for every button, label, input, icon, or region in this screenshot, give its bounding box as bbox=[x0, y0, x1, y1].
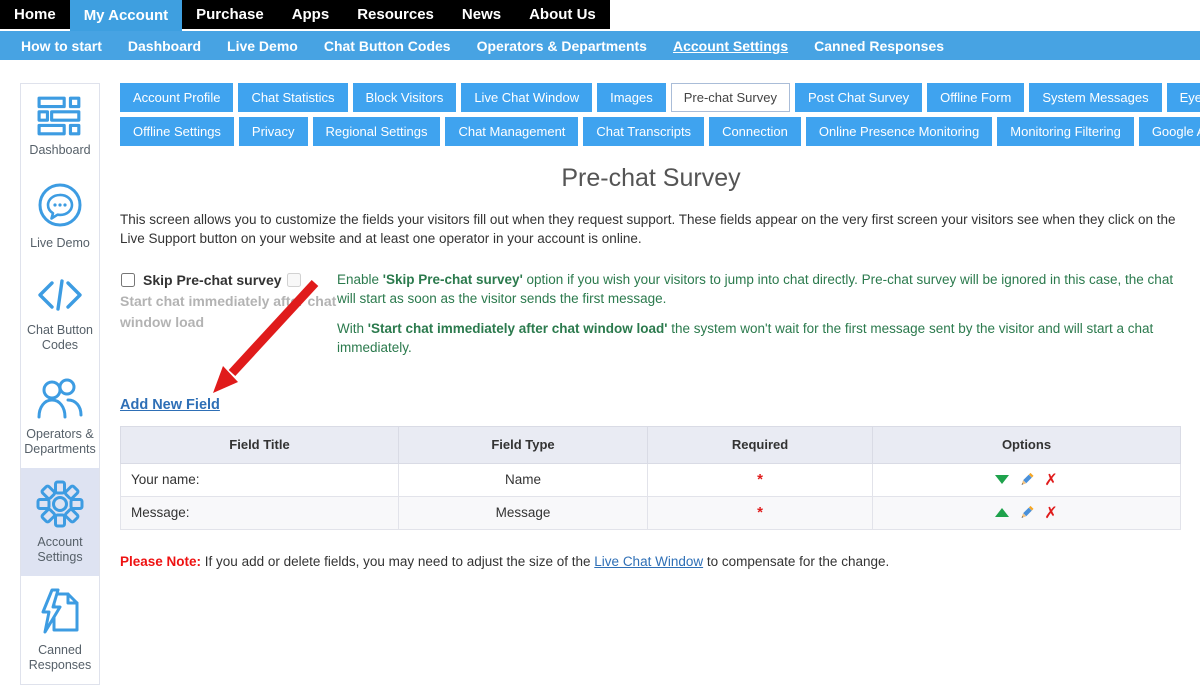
gear-icon bbox=[36, 480, 84, 528]
tab-images[interactable]: Images bbox=[597, 83, 666, 112]
tab-chat-management[interactable]: Chat Management bbox=[445, 117, 578, 146]
lightning-document-icon bbox=[36, 588, 84, 636]
nav-item-home[interactable]: Home bbox=[0, 0, 70, 29]
main-content: Account Profile Chat Statistics Block Vi… bbox=[120, 60, 1182, 582]
start-chat-help-text: With 'Start chat immediately after chat … bbox=[337, 319, 1182, 357]
start-chat-label: Start chat immediately after chat window… bbox=[120, 293, 336, 330]
required-asterisk: * bbox=[757, 471, 763, 488]
start-chat-checkbox[interactable] bbox=[287, 273, 301, 287]
sidebar-item-label: Operators & Departments bbox=[24, 427, 96, 457]
skip-prechat-label: Skip Pre-chat survey bbox=[143, 272, 282, 288]
nav-item-resources[interactable]: Resources bbox=[343, 0, 448, 29]
table-header-row: Field Title Field Type Required Options bbox=[121, 426, 1181, 463]
subnav-item-account-settings[interactable]: Account Settings bbox=[660, 38, 801, 54]
live-demo-icon bbox=[36, 181, 84, 229]
nav-item-apps[interactable]: Apps bbox=[278, 0, 344, 29]
subnav-item-dashboard[interactable]: Dashboard bbox=[115, 38, 214, 54]
primary-nav: Home My Account Purchase Apps Resources … bbox=[0, 0, 610, 29]
survey-checkboxes: Skip Pre-chat survey Start chat immediat… bbox=[120, 270, 337, 368]
nav-item-news[interactable]: News bbox=[448, 0, 515, 29]
operators-icon bbox=[36, 376, 84, 420]
tab-chat-transcripts[interactable]: Chat Transcripts bbox=[583, 117, 704, 146]
survey-options-help: Enable 'Skip Pre-chat survey' option if … bbox=[337, 270, 1182, 368]
tab-privacy[interactable]: Privacy bbox=[239, 117, 308, 146]
page-title: Pre-chat Survey bbox=[120, 164, 1182, 193]
tab-post-chat-survey[interactable]: Post Chat Survey bbox=[795, 83, 922, 112]
tab-offline-settings[interactable]: Offline Settings bbox=[120, 117, 234, 146]
please-note: Please Note: If you add or delete fields… bbox=[120, 554, 1182, 569]
table-row: Message: Message * bbox=[121, 496, 1181, 529]
sidebar-item-canned-responses[interactable]: Canned Responses bbox=[21, 576, 99, 684]
subnav-item-how-to-start[interactable]: How to start bbox=[8, 38, 115, 54]
edit-icon[interactable] bbox=[1019, 505, 1034, 520]
tab-regional-settings[interactable]: Regional Settings bbox=[313, 117, 441, 146]
sidebar: Dashboard Live Demo Chat Button Codes bbox=[20, 83, 100, 685]
delete-icon[interactable]: ✗ bbox=[1044, 472, 1057, 488]
sidebar-item-label: Dashboard bbox=[29, 143, 90, 158]
tab-system-messages[interactable]: System Messages bbox=[1029, 83, 1161, 112]
sidebar-item-label: Live Demo bbox=[30, 236, 90, 251]
tab-connection[interactable]: Connection bbox=[709, 117, 801, 146]
nav-item-about-us[interactable]: About Us bbox=[515, 0, 610, 29]
tab-account-profile[interactable]: Account Profile bbox=[120, 83, 233, 112]
col-field-title: Field Title bbox=[121, 426, 399, 463]
nav-item-purchase[interactable]: Purchase bbox=[182, 0, 278, 29]
subnav-item-live-demo[interactable]: Live Demo bbox=[214, 38, 311, 54]
move-up-icon[interactable] bbox=[995, 508, 1009, 517]
subnav-item-chat-button-codes[interactable]: Chat Button Codes bbox=[311, 38, 464, 54]
tab-monitoring-filtering[interactable]: Monitoring Filtering bbox=[997, 117, 1134, 146]
tab-offline-form[interactable]: Offline Form bbox=[927, 83, 1024, 112]
tab-chat-statistics[interactable]: Chat Statistics bbox=[238, 83, 347, 112]
top-bar: Home My Account Purchase Apps Resources … bbox=[0, 0, 1200, 31]
subnav-item-operators-departments[interactable]: Operators & Departments bbox=[464, 38, 660, 54]
code-icon bbox=[36, 274, 84, 316]
live-chat-window-link[interactable]: Live Chat Window bbox=[594, 554, 703, 569]
tab-live-chat-window[interactable]: Live Chat Window bbox=[461, 83, 592, 112]
sidebar-item-dashboard[interactable]: Dashboard bbox=[21, 84, 99, 169]
table-row: Your name: Name * bbox=[121, 463, 1181, 496]
please-note-label: Please Note: bbox=[120, 554, 201, 569]
move-down-icon[interactable] bbox=[995, 475, 1009, 484]
col-field-type: Field Type bbox=[399, 426, 648, 463]
account-nav: How to start Dashboard Live Demo Chat Bu… bbox=[0, 31, 1200, 60]
skip-prechat-option: Skip Pre-chat survey bbox=[120, 272, 282, 288]
skip-prechat-checkbox[interactable] bbox=[121, 273, 135, 287]
survey-options: Skip Pre-chat survey Start chat immediat… bbox=[120, 270, 1182, 368]
page-description: This screen allows you to customize the … bbox=[120, 210, 1182, 249]
subnav-item-canned-responses[interactable]: Canned Responses bbox=[801, 38, 957, 54]
field-title-cell: Your name: bbox=[121, 463, 399, 496]
nav-item-my-account[interactable]: My Account bbox=[70, 0, 182, 31]
row-options: ✗ bbox=[874, 472, 1179, 488]
edit-icon[interactable] bbox=[1019, 472, 1034, 487]
sidebar-item-operators-departments[interactable]: Operators & Departments bbox=[21, 364, 99, 468]
tab-block-visitors[interactable]: Block Visitors bbox=[353, 83, 457, 112]
survey-fields-table: Field Title Field Type Required Options … bbox=[120, 426, 1181, 530]
settings-tabs-row-1: Account Profile Chat Statistics Block Vi… bbox=[120, 83, 1182, 112]
sidebar-item-chat-button-codes[interactable]: Chat Button Codes bbox=[21, 262, 99, 364]
field-type-cell: Message bbox=[399, 496, 648, 529]
sidebar-item-label: Account Settings bbox=[24, 535, 96, 565]
add-new-field-link[interactable]: Add New Field bbox=[120, 397, 220, 413]
tab-google-analytics[interactable]: Google Analytics bbox=[1139, 117, 1200, 146]
sidebar-item-label: Chat Button Codes bbox=[24, 323, 96, 353]
sidebar-item-live-demo[interactable]: Live Demo bbox=[21, 169, 99, 262]
sidebar-item-account-settings[interactable]: Account Settings bbox=[21, 468, 99, 576]
skip-prechat-help-text: Enable 'Skip Pre-chat survey' option if … bbox=[337, 270, 1182, 308]
sidebar-item-label: Canned Responses bbox=[24, 643, 96, 673]
field-type-cell: Name bbox=[399, 463, 648, 496]
col-options: Options bbox=[873, 426, 1181, 463]
tab-eye-catcher[interactable]: Eye Catcher bbox=[1167, 83, 1200, 112]
delete-icon[interactable]: ✗ bbox=[1044, 505, 1057, 521]
required-asterisk: * bbox=[757, 504, 763, 521]
row-options: ✗ bbox=[874, 505, 1179, 521]
dashboard-icon bbox=[37, 96, 83, 136]
col-required: Required bbox=[648, 426, 873, 463]
settings-tabs-row-2: Offline Settings Privacy Regional Settin… bbox=[120, 117, 1182, 146]
field-title-cell: Message: bbox=[121, 496, 399, 529]
tab-online-presence-monitoring[interactable]: Online Presence Monitoring bbox=[806, 117, 992, 146]
tab-pre-chat-survey[interactable]: Pre-chat Survey bbox=[671, 83, 790, 112]
